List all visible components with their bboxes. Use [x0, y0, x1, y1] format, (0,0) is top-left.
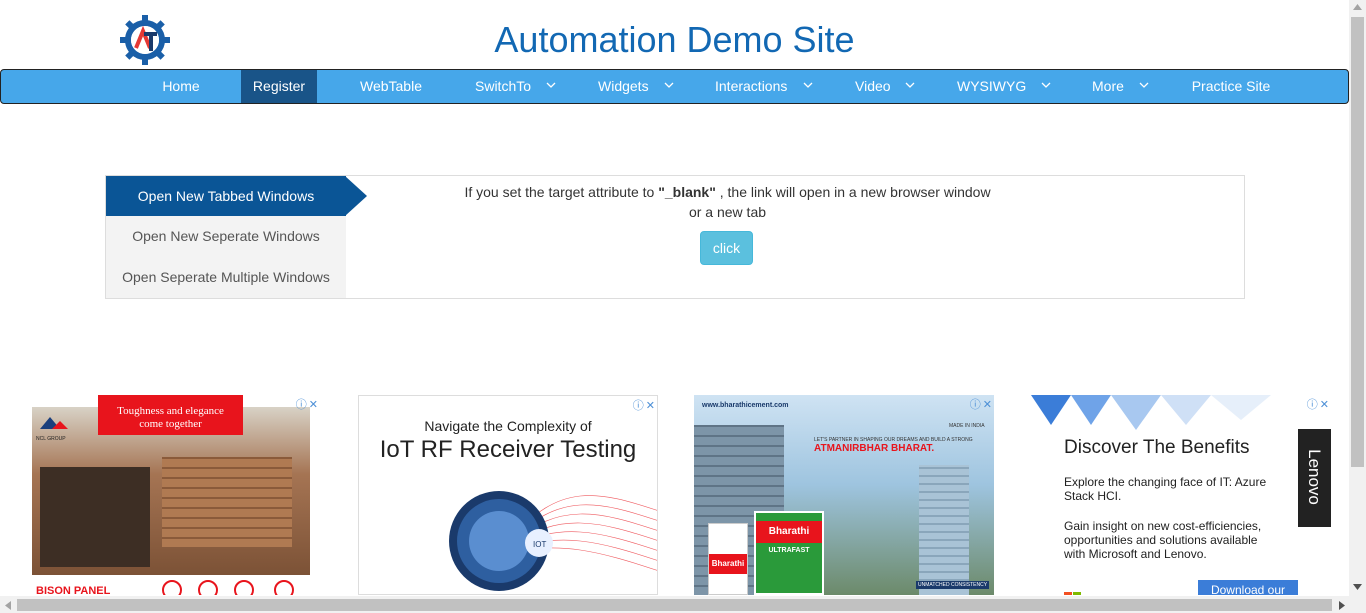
nav-item-widgets[interactable]: Widgets — [581, 70, 681, 103]
feature-icon — [274, 580, 294, 595]
scroll-right-arrow-icon[interactable] — [1339, 601, 1345, 610]
nav-label: Video — [855, 78, 891, 94]
desc-keyword: "_blank" — [658, 184, 716, 200]
tab-open-seperate-multiple-windows[interactable]: Open Seperate Multiple Windows — [106, 257, 346, 297]
close-icon[interactable]: ✕ — [309, 398, 318, 411]
ad-body: Gain insight on new cost-efficiencies, o… — [1064, 519, 1262, 561]
nav-item-video[interactable]: Video — [841, 70, 921, 103]
ad-brand: NCL GROUP — [36, 436, 66, 442]
hex-pattern — [1031, 395, 1271, 430]
ad-made-in: MADE IN INDIA — [949, 423, 985, 429]
chevron-down-icon — [1139, 82, 1149, 88]
chevron-down-icon — [1041, 82, 1051, 88]
nav-label: SwitchTo — [475, 78, 532, 94]
iot-graphic: IOT — [449, 491, 657, 591]
ad-product: ULTRAFAST — [768, 547, 810, 554]
nav-label: Widgets — [598, 78, 649, 94]
lenovo-logo: Lenovo — [1298, 429, 1331, 527]
active-tab-arrow — [345, 176, 367, 216]
building — [919, 465, 969, 595]
ad-cta: UNMATCHED CONSISTENCY — [916, 581, 990, 589]
chevron-down-icon — [546, 82, 556, 88]
ncl-logo-icon — [40, 417, 68, 429]
microsoft-logo — [1064, 592, 1072, 595]
scroll-down-arrow-icon[interactable] — [1353, 584, 1362, 590]
nav-label: Practice Site — [1191, 78, 1271, 94]
ad-headline: IoT RF Receiver Testing — [379, 436, 637, 463]
ncl-logo: NCL GROUP — [36, 415, 76, 442]
iot-label: IOT — [533, 540, 546, 549]
house-shape — [40, 467, 150, 567]
site-title: Automation Demo Site — [494, 19, 855, 60]
close-icon[interactable]: ✕ — [1320, 398, 1329, 411]
chevron-down-icon — [664, 82, 674, 88]
ad-lenovo[interactable]: Discover The Benefits Explore the changi… — [1031, 395, 1331, 595]
ad-url: www.bharathicement.com — [702, 402, 789, 409]
nav-item-register[interactable]: Register — [241, 70, 317, 103]
feature-icon — [198, 580, 218, 595]
ad-choices[interactable]: ⓘ ✕ — [294, 396, 318, 412]
horizontal-scrollbar-thumb[interactable] — [17, 599, 1332, 611]
cement-bag: Bharathi ULTRAFAST — [754, 511, 824, 595]
desc-text: or a new tab — [688, 204, 767, 220]
nav-label: WebTable — [359, 78, 422, 94]
info-icon[interactable]: ⓘ — [633, 397, 644, 413]
ad-banner: Toughness and elegance come together — [98, 395, 243, 435]
scroll-up-arrow-icon[interactable] — [1353, 4, 1362, 10]
nav-item-webtable[interactable]: WebTable — [341, 70, 441, 103]
wood-panels — [162, 457, 292, 547]
feature-icon — [162, 580, 182, 595]
page: Automation Demo Site Home Register WebTa… — [0, 0, 1366, 613]
close-icon[interactable]: ✕ — [983, 398, 992, 411]
ad-body: Explore the changing face of IT: Azure S… — [1064, 475, 1267, 503]
info-icon[interactable]: ⓘ — [970, 396, 981, 412]
tab-description: If you set the target attribute to "_bla… — [450, 182, 1005, 222]
ad-brand: Bharathi — [709, 554, 747, 574]
tab-open-new-seperate-windows[interactable]: Open New Seperate Windows — [106, 216, 346, 256]
nav-item-home[interactable]: Home — [141, 70, 221, 103]
nav-label: Home — [162, 78, 200, 94]
nav-label: More — [1092, 78, 1124, 94]
nav-item-interactions[interactable]: Interactions — [701, 70, 821, 103]
ad-ncl-bison[interactable]: Toughness and elegance come together NCL… — [32, 395, 320, 595]
nav-item-wysiwyg[interactable]: WYSIWYG — [941, 70, 1061, 103]
ad-line: Navigate the Complexity of — [424, 418, 592, 434]
nav-label: Register — [252, 78, 306, 94]
ad-banner-line: come together — [139, 418, 202, 430]
ad-choices[interactable]: ⓘ ✕ — [968, 396, 992, 412]
chevron-down-icon — [905, 82, 915, 88]
nav-item-more[interactable]: More — [1076, 70, 1156, 103]
ad-brand: Bharathi — [756, 521, 822, 543]
tab-open-new-tabbed-windows[interactable]: Open New Tabbed Windows — [106, 176, 346, 216]
chevron-down-icon — [803, 82, 813, 88]
main-nav: Home Register WebTable SwitchTo Widgets … — [0, 69, 1349, 104]
nav-item-switchto[interactable]: SwitchTo — [461, 70, 561, 103]
ad-choices[interactable]: ⓘ ✕ — [1305, 396, 1329, 412]
ad-footer: BISON PANEL — [32, 580, 310, 595]
cement-bag: Bharathi — [708, 523, 748, 595]
info-icon[interactable]: ⓘ — [1307, 396, 1318, 412]
ad-choices[interactable]: ⓘ ✕ — [631, 397, 655, 413]
ad-bharathi-cement[interactable]: www.bharathicement.com LET'S PARTNER IN … — [694, 395, 994, 595]
nav-item-practice-site[interactable]: Practice Site — [1176, 70, 1286, 103]
desc-text: , the link will open in a new browser wi… — [715, 184, 991, 200]
desc-text: If you set the target attribute to — [464, 184, 659, 200]
ad-cta-button[interactable]: Download our — [1198, 580, 1298, 595]
ad-banner-line: Toughness and elegance — [117, 405, 224, 417]
ad-headline: ATMANIRBHAR BHARAT. — [814, 443, 935, 454]
nav-label: WYSIWYG — [957, 78, 1027, 94]
click-button[interactable]: click — [700, 231, 753, 265]
ad-brand: Lenovo — [1305, 449, 1324, 505]
scroll-left-arrow-icon[interactable] — [5, 601, 11, 610]
ad-footer-brand: BISON PANEL — [36, 585, 111, 595]
ad-iot-rf[interactable]: Navigate the Complexity of IoT RF Receiv… — [358, 395, 658, 595]
microsoft-logo — [1073, 592, 1081, 595]
ad-headline: Discover The Benefits — [1064, 437, 1250, 458]
close-icon[interactable]: ✕ — [646, 399, 655, 412]
nav-label: Interactions — [715, 78, 788, 94]
feature-icon — [234, 580, 254, 595]
info-icon[interactable]: ⓘ — [296, 396, 307, 412]
vertical-scrollbar-thumb[interactable] — [1351, 17, 1364, 467]
